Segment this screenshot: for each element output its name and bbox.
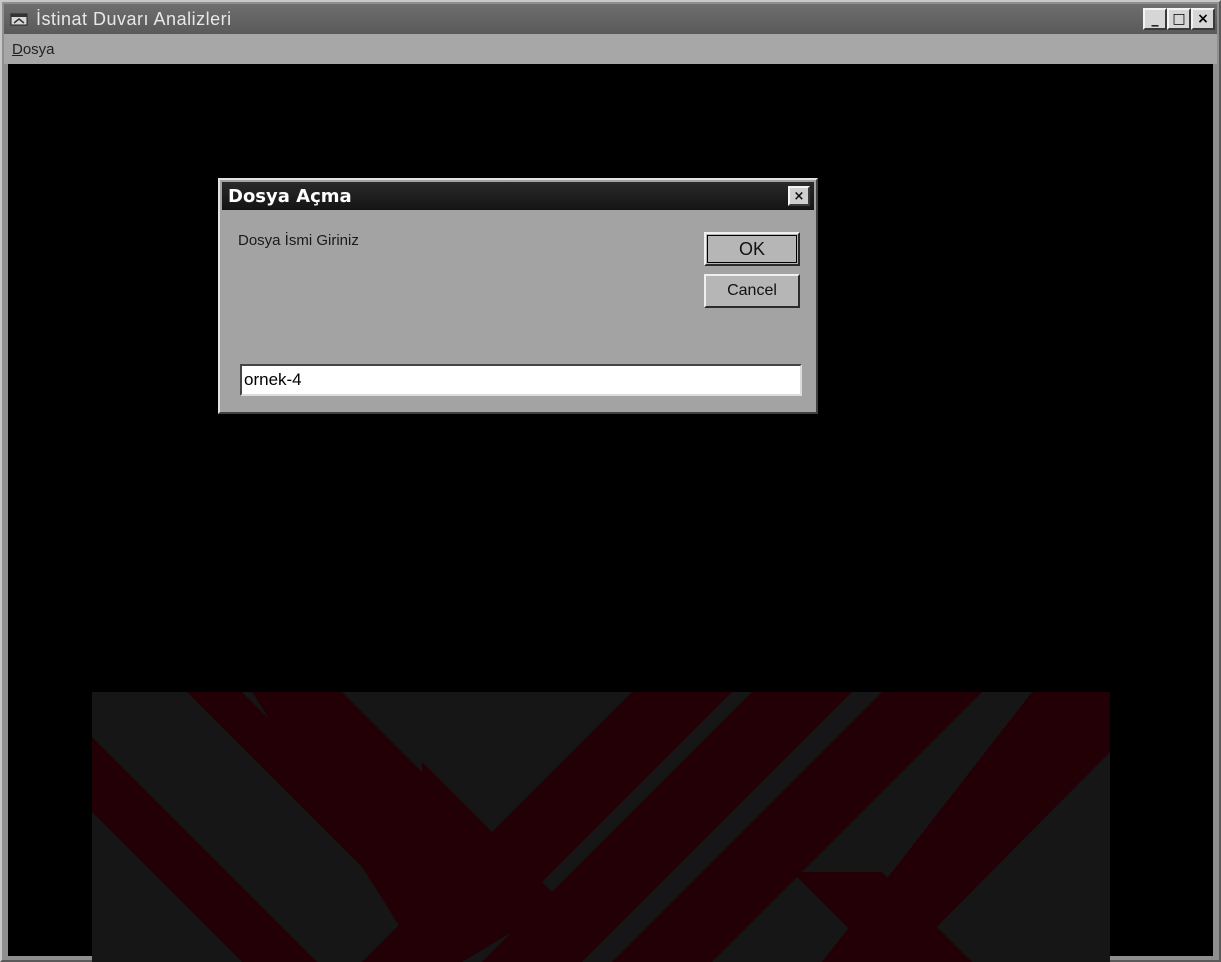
background-artwork: [92, 692, 1110, 962]
window-controls: _ □ ×: [1143, 8, 1215, 30]
window-close-button[interactable]: ×: [1191, 8, 1215, 30]
menu-item-dosya[interactable]: Dosya: [4, 41, 63, 58]
minimize-button[interactable]: _: [1143, 8, 1167, 30]
open-file-dialog: Dosya Açma × Dosya İsmi Giriniz OK Cance…: [218, 178, 818, 414]
dialog-title-bar[interactable]: Dosya Açma ×: [222, 182, 814, 210]
close-icon[interactable]: ×: [788, 186, 810, 206]
maximize-button[interactable]: □: [1167, 8, 1191, 30]
filename-prompt-label: Dosya İsmi Giriniz: [238, 232, 359, 249]
menu-bar: Dosya: [4, 34, 1217, 64]
app-window: İstinat Duvarı Analizleri _ □ × Dosya Do…: [0, 0, 1221, 962]
dialog-title: Dosya Açma: [228, 185, 352, 207]
filename-input[interactable]: [240, 364, 802, 396]
ok-button[interactable]: OK: [704, 232, 800, 266]
app-window-icon: [10, 11, 30, 27]
window-title: İstinat Duvarı Analizleri: [36, 8, 232, 29]
cancel-button[interactable]: Cancel: [704, 274, 800, 308]
title-bar[interactable]: İstinat Duvarı Analizleri _ □ ×: [4, 4, 1217, 34]
